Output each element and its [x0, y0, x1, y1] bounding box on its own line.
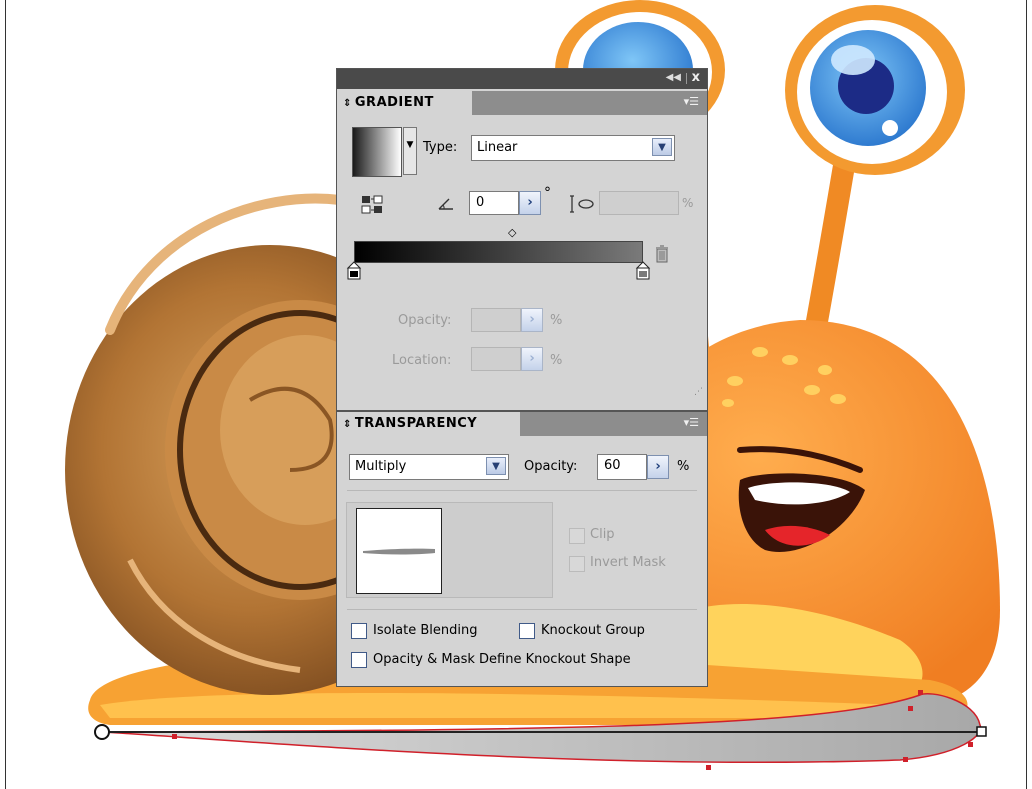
chevron-down-icon[interactable]: ▼ — [486, 457, 506, 475]
knockout-group-checkbox[interactable] — [519, 623, 535, 639]
tab-transparency[interactable]: ⇕ TRANSPARENCY — [337, 412, 520, 436]
opacity-mask-knockout-checkbox[interactable] — [351, 652, 367, 668]
panel-menu-icon[interactable]: ▾☰ — [684, 416, 699, 429]
stop-location-percent: % — [550, 353, 563, 368]
stop-location-dropdown-button: › — [521, 347, 543, 371]
sort-arrows-icon: ⇕ — [343, 419, 352, 430]
snail-eye-right — [785, 5, 965, 175]
section-divider — [347, 490, 697, 491]
stop-opacity-label: Opacity: — [398, 313, 452, 328]
clip-checkbox — [569, 528, 585, 544]
opacity-mask-knockout-label: Opacity & Mask Define Knockout Shape — [373, 652, 631, 667]
thumbnail-preview — [363, 548, 435, 555]
transparency-opacity-dropdown-button[interactable]: › — [647, 455, 669, 479]
gradient-stop-0[interactable] — [346, 261, 362, 280]
tab-transparency-label: TRANSPARENCY — [354, 416, 478, 431]
resize-grip-icon[interactable]: ⋰ — [694, 387, 703, 397]
knockout-group-label: Knockout Group — [541, 623, 645, 638]
transparency-opacity-percent: % — [677, 459, 690, 474]
clip-label: Clip — [590, 527, 615, 542]
invert-mask-checkbox — [569, 556, 585, 572]
transparency-tabstrip: ⇕ TRANSPARENCY ▾☰ — [337, 410, 707, 436]
gradient-stops[interactable] — [337, 69, 709, 299]
stop-location-input — [471, 347, 521, 371]
transparency-opacity-input[interactable]: 60 — [597, 454, 647, 480]
section-divider — [347, 609, 697, 610]
stop-opacity-percent: % — [550, 313, 563, 328]
artboard-edge-right — [1026, 0, 1027, 789]
blend-mode-select[interactable]: Multiply ▼ — [349, 454, 509, 480]
gradient-stop-1[interactable] — [635, 261, 651, 280]
object-thumbnail[interactable] — [356, 508, 442, 594]
stop-location-label: Location: — [392, 353, 452, 368]
trash-icon[interactable] — [655, 245, 669, 263]
floating-panel-group[interactable]: ◀◀ x ⇕ GRADIENT ▾☰ ▼ Type: Linear ▼ 0 › °… — [336, 68, 708, 687]
transparency-opacity-value: 60 — [604, 458, 621, 473]
transparency-opacity-label: Opacity: — [524, 459, 578, 474]
isolate-blending-checkbox[interactable] — [351, 623, 367, 639]
artboard-edge-left — [5, 0, 6, 789]
stop-opacity-input — [471, 308, 521, 332]
stop-opacity-dropdown-button: › — [521, 308, 543, 332]
blend-mode-value: Multiply — [355, 459, 407, 474]
mask-area — [346, 502, 553, 598]
isolate-blending-label: Isolate Blending — [373, 623, 478, 638]
invert-mask-label: Invert Mask — [590, 555, 666, 570]
